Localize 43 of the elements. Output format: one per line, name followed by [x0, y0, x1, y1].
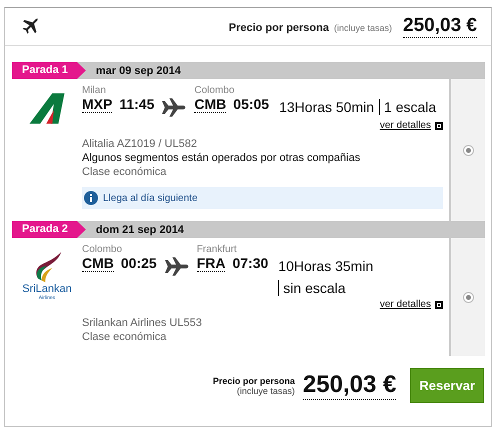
- origin-airport-code: CMB: [82, 255, 114, 272]
- airplane-icon: [162, 98, 186, 117]
- details-link[interactable]: ver detalles: [380, 120, 431, 131]
- price: 250,03 €: [403, 15, 477, 38]
- destination-city: Colombo: [194, 85, 236, 96]
- total-price: 250,03 €: [302, 371, 396, 400]
- destination-city: Frankfurt: [196, 244, 238, 255]
- stops-count: sin escala: [278, 280, 346, 296]
- price-label: Precio por persona: [212, 376, 295, 386]
- segment-date: mar 09 sep 2014: [96, 64, 181, 76]
- price-note: (incluye tasas): [334, 23, 392, 33]
- airline-logo: [28, 93, 66, 124]
- expand-square-icon: [435, 300, 443, 308]
- flight-duration: 13Horas 50min: [279, 99, 374, 115]
- airplane-icon: [164, 257, 189, 276]
- origin-city: Colombo: [82, 244, 124, 255]
- stops-count: 1 escala: [379, 99, 436, 115]
- flight-number: Srilankan Airlines UL553: [82, 316, 203, 330]
- departure-time: 00:25: [120, 255, 157, 272]
- arrival-time: 05:05: [233, 96, 270, 113]
- operator-note: Algunos segmentos están operados por otras compañias: [82, 151, 362, 165]
- stop-tag: Parada 1: [12, 62, 86, 79]
- price-label: Precio por persona: [228, 22, 329, 34]
- cabin-class: Clase económica: [82, 330, 168, 344]
- flight-number: Alitalia AZ1019 / UL582: [82, 137, 198, 151]
- stop-tag: Parada 2: [12, 221, 86, 238]
- logo-wordmark: SriLankan: [22, 284, 72, 295]
- info-icon: [84, 191, 98, 205]
- radio-button[interactable]: [462, 292, 474, 302]
- origin-airport-code: MXP: [82, 96, 112, 113]
- expand-square-icon: [435, 122, 443, 130]
- departure-time: 11:45: [119, 96, 154, 113]
- destination-airport-code: FRA: [196, 255, 226, 272]
- cabin-class: Clase económica: [82, 165, 168, 179]
- radio-button[interactable]: [462, 144, 474, 156]
- flight-duration: 10Horas 35min: [278, 258, 374, 274]
- origin-city: Milan: [82, 85, 107, 96]
- arrival-time: 07:30: [232, 255, 268, 272]
- segment-date: dom 21 sep 2014: [96, 224, 184, 236]
- destination-airport-code: CMB: [194, 96, 226, 113]
- info-message: Llega al día siguiente: [103, 192, 198, 204]
- details-link[interactable]: ver detalles: [380, 299, 431, 310]
- price-note: (incluye tasas): [236, 386, 295, 396]
